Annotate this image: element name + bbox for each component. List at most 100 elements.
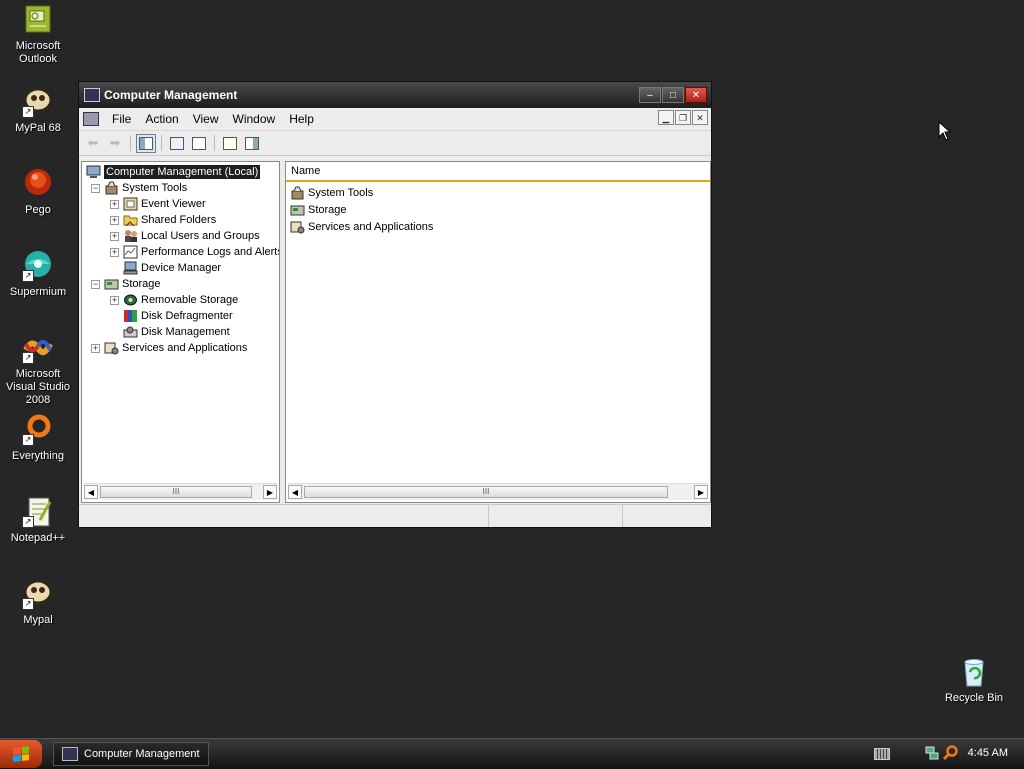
tree-node-disk-defragmenter[interactable]: Disk Defragmenter <box>123 308 233 324</box>
tree-node-device-manager[interactable]: Device Manager <box>123 260 221 276</box>
list-item-label: System Tools <box>308 186 374 199</box>
child-minimize-button[interactable]: ▁ <box>658 110 674 125</box>
desktop-icon-notepad-plus-plus[interactable]: ↗ Notepad++ <box>0 496 76 545</box>
menu-view[interactable]: View <box>186 112 226 126</box>
pego-icon <box>22 168 54 200</box>
show-hide-console-tree-icon[interactable] <box>136 133 156 153</box>
details-pane[interactable]: Name System Tools Storage Services and A… <box>285 161 711 503</box>
list-item-system-tools[interactable]: System Tools <box>290 184 373 201</box>
taskbar-button-computer-management[interactable]: Computer Management <box>53 742 209 766</box>
list-item-storage[interactable]: Storage <box>290 201 347 218</box>
computer-management-window[interactable]: Computer Management – □ ✕ File Action Vi… <box>78 81 712 528</box>
tree-node-storage[interactable]: − Storage <box>91 276 161 292</box>
tree-node-services-and-applications[interactable]: + Services and Applications <box>91 340 247 356</box>
performance-icon <box>123 245 138 259</box>
network-icon[interactable] <box>925 745 939 761</box>
forward-arrow-icon[interactable]: ➡ <box>105 134 125 153</box>
desktop-icon-recycle-bin[interactable]: Recycle Bin <box>936 656 1012 705</box>
tree-node-local-users-and-groups[interactable]: + Local Users and Groups <box>110 228 260 244</box>
desktop-icon-pego[interactable]: Pego <box>0 168 76 217</box>
desktop-icon-mypal-68[interactable]: ↗ MyPal 68 <box>0 86 76 135</box>
tree-node-label: Removable Storage <box>141 294 239 306</box>
tree-node-system-tools[interactable]: − System Tools <box>91 180 187 196</box>
recycle-bin-icon <box>958 656 990 688</box>
desktop-icon-mypal[interactable]: ↗ Mypal <box>0 578 76 627</box>
storage-icon <box>104 277 119 291</box>
system-clock[interactable]: 4:45 AM <box>968 747 1008 759</box>
collapse-toggle[interactable]: − <box>91 183 100 193</box>
column-header-name[interactable]: Name <box>286 162 710 182</box>
taskbar-button-label: Computer Management <box>84 748 200 760</box>
close-button[interactable]: ✕ <box>685 87 707 103</box>
mypal-icon: ↗ <box>22 86 54 118</box>
window-titlebar[interactable]: Computer Management – □ ✕ <box>79 82 711 108</box>
window-title: Computer Management <box>104 88 238 102</box>
tree-node-event-viewer[interactable]: + Event Viewer <box>110 196 206 212</box>
list-item-label: Services and Applications <box>308 220 434 233</box>
scroll-left-button[interactable]: ◀ <box>84 485 98 499</box>
desktop-icon-label: Notepad++ <box>10 532 66 544</box>
tree-node-removable-storage[interactable]: + Removable Storage <box>110 292 238 308</box>
tree-node-label: Disk Management <box>141 326 230 338</box>
minimize-button[interactable]: – <box>639 87 661 103</box>
scroll-thumb[interactable]: III <box>304 486 668 498</box>
scroll-right-button[interactable]: ▶ <box>263 485 277 499</box>
users-icon <box>123 229 138 243</box>
properties-icon[interactable] <box>167 134 187 153</box>
removable-storage-icon <box>123 293 138 307</box>
list-item-services-and-applications[interactable]: Services and Applications <box>290 218 433 235</box>
tree-node-label: Services and Applications <box>122 342 248 354</box>
help-icon[interactable] <box>220 134 240 153</box>
desktop-icon-everything[interactable]: ↗ Everything <box>0 414 76 463</box>
child-close-button[interactable]: ✕ <box>692 110 708 125</box>
expand-toggle[interactable]: + <box>110 295 119 305</box>
tree-node-disk-management[interactable]: Disk Management <box>123 324 230 340</box>
tree-node-label: Performance Logs and Alerts <box>141 246 279 258</box>
document-system-menu-icon[interactable] <box>83 112 99 126</box>
shortcut-arrow-icon: ↗ <box>22 434 34 446</box>
desktop-icon-label: Supermium <box>9 286 67 298</box>
toolbar-separator <box>214 135 215 151</box>
expand-toggle[interactable]: + <box>91 343 100 353</box>
tree-node-shared-folders[interactable]: + Shared Folders <box>110 212 216 228</box>
maximize-button[interactable]: □ <box>662 87 684 103</box>
desktop-icon-visual-studio-2008[interactable]: ↗ Microsoft Visual Studio 2008 <box>0 332 76 407</box>
tree-node-performance-logs[interactable]: + Performance Logs and Alerts <box>110 244 279 260</box>
start-button[interactable] <box>0 740 42 768</box>
scroll-thumb[interactable]: III <box>100 486 252 498</box>
tree-root[interactable]: Computer Management (Local) <box>86 164 261 180</box>
back-arrow-icon[interactable]: ⬅ <box>83 134 103 153</box>
expand-toggle[interactable]: + <box>110 231 119 241</box>
menu-file[interactable]: File <box>105 112 138 126</box>
search-icon[interactable] <box>943 745 959 761</box>
desktop-icon-supermium[interactable]: ↗ Supermium <box>0 250 76 299</box>
desktop-icon-label: Pego <box>25 204 51 216</box>
scroll-right-button[interactable]: ▶ <box>694 485 708 499</box>
keyboard-icon[interactable] <box>874 748 890 760</box>
status-panel-1 <box>79 505 489 527</box>
list-item-label: Storage <box>308 203 347 216</box>
menu-action[interactable]: Action <box>138 112 185 126</box>
tree-root-label: Computer Management (Local) <box>104 165 261 179</box>
show-hide-action-pane-icon[interactable] <box>242 134 262 153</box>
tree-node-label: Device Manager <box>141 262 222 274</box>
scroll-left-button[interactable]: ◀ <box>288 485 302 499</box>
expand-toggle[interactable]: + <box>110 199 119 209</box>
expand-toggle[interactable]: + <box>110 247 119 257</box>
tree-node-label: Storage <box>122 278 161 290</box>
details-horizontal-scrollbar[interactable]: ◀ III ▶ <box>288 483 708 500</box>
export-list-icon[interactable] <box>189 134 209 153</box>
menu-window[interactable]: Window <box>226 112 283 126</box>
defrag-icon <box>123 309 138 323</box>
tools-icon <box>104 181 119 195</box>
desktop-icon-label: Microsoft Outlook <box>15 40 61 65</box>
expand-toggle[interactable]: + <box>110 215 119 225</box>
child-restore-button[interactable]: ❐ <box>675 110 691 125</box>
menu-help[interactable]: Help <box>282 112 321 126</box>
tree-horizontal-scrollbar[interactable]: ◀ III ▶ <box>84 483 277 500</box>
desktop-icon-microsoft-outlook[interactable]: Microsoft Outlook <box>0 4 76 66</box>
collapse-toggle[interactable]: − <box>91 279 100 289</box>
shared-folders-icon <box>123 213 138 227</box>
console-tree-pane[interactable]: Computer Management (Local) − System Too… <box>81 161 280 503</box>
status-panel-3 <box>623 505 711 527</box>
